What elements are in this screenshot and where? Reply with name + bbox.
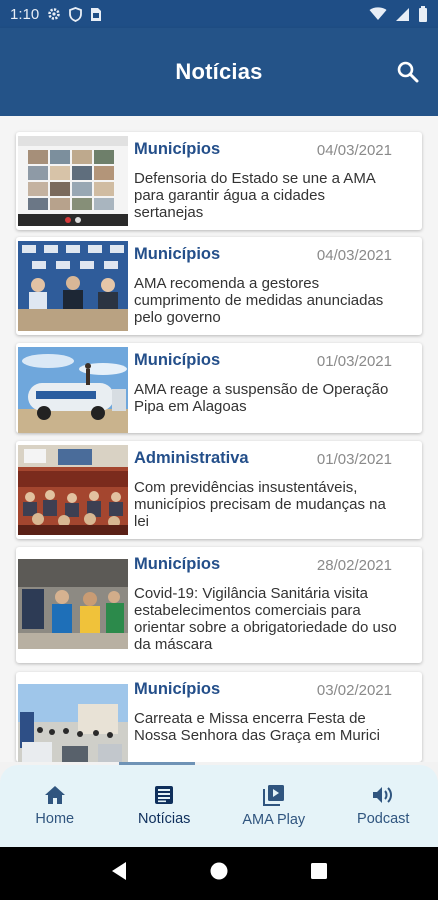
app-bar: Notícias xyxy=(0,28,438,116)
sim-card-status-icon xyxy=(90,7,102,22)
news-thumbnail-water-truck xyxy=(18,347,128,433)
news-card[interactable]: Municípios 04/03/2021 Defensoria do Esta… xyxy=(16,132,422,230)
news-headline: Com previdências insustentáveis, municíp… xyxy=(134,479,386,530)
news-headline: Carreata e Missa encerra Festa de Nossa … xyxy=(134,710,380,744)
signal-icon xyxy=(395,7,410,22)
nav-podcast-label: Podcast xyxy=(357,811,410,827)
recents-square-icon[interactable] xyxy=(310,862,328,885)
news-date: 03/02/2021 xyxy=(316,682,392,699)
news-category: Municípios xyxy=(134,140,221,158)
news-headline: Defensoria do Estado se une a AMA para g… xyxy=(134,170,375,221)
settings-status-icon xyxy=(47,7,61,21)
news-category: Municípios xyxy=(134,351,221,369)
news-thumbnail-press-conference xyxy=(18,241,128,331)
home-circle-icon[interactable] xyxy=(209,861,229,886)
nav-home[interactable]: Home xyxy=(0,765,110,847)
shield-status-icon xyxy=(69,6,83,22)
news-date: 04/03/2021 xyxy=(316,247,392,264)
status-time: 1:10 xyxy=(10,5,40,23)
news-card[interactable]: Municípios 01/03/2021 AMA reage a suspen… xyxy=(16,343,422,433)
news-category: Municípios xyxy=(134,245,221,263)
back-icon[interactable] xyxy=(110,861,128,886)
news-date: 28/02/2021 xyxy=(316,557,392,574)
system-navigation-bar xyxy=(0,847,438,900)
battery-icon xyxy=(418,6,428,22)
nav-noticias[interactable]: Notícias xyxy=(110,765,220,847)
news-card[interactable]: Municípios 04/03/2021 AMA recomenda a ge… xyxy=(16,237,422,335)
news-category: Municípios xyxy=(134,680,221,698)
news-thumbnail-health-inspection xyxy=(18,559,128,649)
news-category: Municípios xyxy=(134,555,221,573)
nav-podcast[interactable]: Podcast xyxy=(329,765,438,847)
news-headline: AMA reage a suspensão de Operação Pipa e… xyxy=(134,381,389,415)
news-category: Administrativa xyxy=(134,449,249,467)
news-headline: AMA recomenda a gestores cumprimento de … xyxy=(134,275,384,326)
news-date: 04/03/2021 xyxy=(316,142,392,159)
page-title: Notícias xyxy=(175,59,263,84)
news-thumbnail-video-conference xyxy=(18,136,128,226)
newspaper-icon xyxy=(154,785,174,805)
news-date: 01/03/2021 xyxy=(316,451,392,468)
news-thumbnail-meeting xyxy=(18,445,128,535)
bottom-navigation: Home Notícias AMA Play Podcast xyxy=(0,765,438,847)
news-date: 01/03/2021 xyxy=(316,353,392,370)
news-headline: Covid-19: Vigilância Sanitária visita es… xyxy=(134,585,397,653)
nav-ama-play-label: AMA Play xyxy=(242,812,306,828)
wifi-icon xyxy=(369,7,387,21)
nav-home-label: Home xyxy=(35,811,75,827)
status-bar: 1:10 xyxy=(0,0,438,28)
nav-ama-play[interactable]: AMA Play xyxy=(219,765,329,847)
news-thumbnail-street-procession xyxy=(18,684,128,762)
nav-noticias-label: Notícias xyxy=(138,811,191,827)
search-icon xyxy=(397,61,419,83)
news-list[interactable]: Municípios 04/03/2021 Defensoria do Esta… xyxy=(0,116,438,762)
news-card[interactable]: Municípios 03/02/2021 Carreata e Missa e… xyxy=(16,672,422,762)
play-library-icon xyxy=(262,784,285,806)
speaker-icon xyxy=(372,785,394,805)
search-button[interactable] xyxy=(394,58,422,86)
news-card[interactable]: Administrativa 01/03/2021 Com previdênci… xyxy=(16,441,422,539)
news-card[interactable]: Municípios 28/02/2021 Covid-19: Vigilânc… xyxy=(16,547,422,663)
home-icon xyxy=(44,785,66,805)
